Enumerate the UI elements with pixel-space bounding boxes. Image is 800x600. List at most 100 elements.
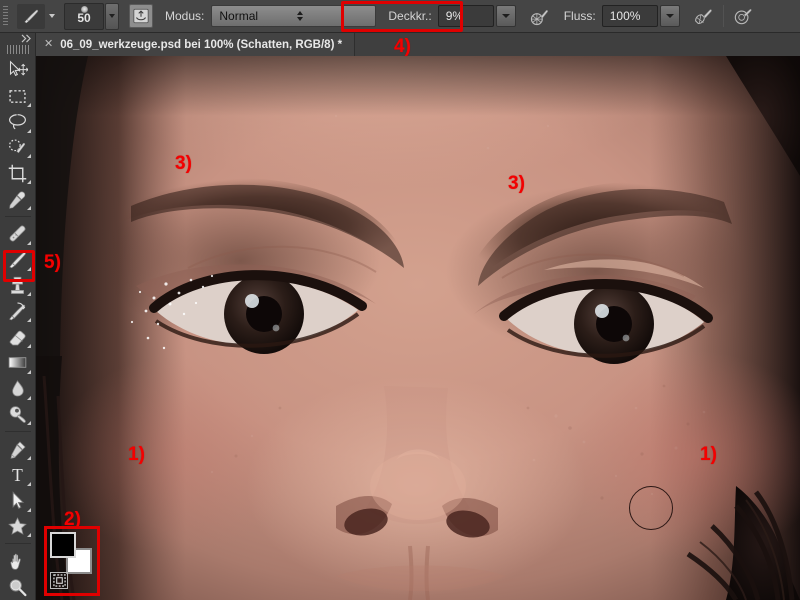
- tool-group-corner-icon: [26, 507, 31, 512]
- tablet-pressure-smoothing-icon: [734, 8, 752, 24]
- tool-group-corner-icon: [26, 343, 31, 348]
- tool-group-corner-icon: [26, 533, 31, 538]
- brush-icon: [24, 9, 39, 24]
- tool-gradient[interactable]: [3, 350, 33, 376]
- annotation-mark-1-left: 1): [128, 444, 145, 465]
- tool-eyedropper[interactable]: [3, 186, 33, 212]
- tool-move[interactable]: [3, 57, 33, 83]
- mode-label: Modus:: [165, 9, 205, 23]
- eraser-tool-icon: [9, 330, 26, 345]
- tool-custom-shape[interactable]: [3, 514, 33, 540]
- tool-rectangular-marquee[interactable]: [3, 83, 33, 109]
- brush-tool-icon: [9, 252, 26, 269]
- foreground-color-swatch[interactable]: [50, 532, 76, 558]
- tool-lasso[interactable]: [3, 109, 33, 135]
- dodge-tool-icon: [9, 406, 26, 423]
- blend-mode-select[interactable]: Normal: [211, 5, 377, 27]
- tool-spot-healing-brush[interactable]: [3, 221, 33, 247]
- zoom-tool-icon: [9, 578, 27, 596]
- tool-group-corner-icon: [26, 421, 31, 426]
- tool-group-corner-icon: [26, 206, 31, 211]
- reset-colors-icon: [52, 574, 66, 587]
- brush-preset-picker[interactable]: [17, 3, 45, 29]
- tools-panel-expand-button[interactable]: [0, 33, 36, 45]
- blend-mode-value: Normal: [219, 9, 259, 23]
- blur-tool-icon: [12, 380, 24, 397]
- flow-label: Fluss:: [563, 9, 596, 23]
- tool-path-selection[interactable]: [3, 488, 33, 514]
- brush-settings-panel-icon: [133, 8, 149, 24]
- brush-size-field[interactable]: 50: [64, 2, 104, 30]
- double-chevron-right-icon: [21, 34, 31, 43]
- path-selection-tool-icon: [12, 491, 25, 510]
- eyedropper-tool-icon: [9, 191, 26, 209]
- annotation-mark-2: 2): [64, 509, 81, 530]
- tool-quick-selection[interactable]: [3, 135, 33, 161]
- flow-input[interactable]: 100%: [601, 5, 658, 27]
- airbrush-toggle[interactable]: [692, 4, 716, 28]
- tool-options-bar: 50 Modus: Normal Deckkr.: 9% Fluss: 100%: [0, 0, 800, 33]
- tool-type[interactable]: T: [3, 462, 33, 488]
- brush-panel-toggle[interactable]: [129, 4, 153, 28]
- opacity-pressure-toggle[interactable]: [528, 4, 552, 28]
- tool-clone-stamp[interactable]: [3, 273, 33, 299]
- close-icon[interactable]: ✕: [44, 39, 53, 50]
- tools-panel: T: [0, 33, 36, 600]
- move-tool-icon: [9, 60, 28, 76]
- annotation-mark-3-left: 3): [175, 153, 192, 174]
- document-tab-title: 06_09_werkzeuge.psd bei 100% (Schatten, …: [60, 38, 343, 51]
- opacity-input[interactable]: 9%: [437, 5, 494, 27]
- photoshop-window: 50 Modus: Normal Deckkr.: 9% Fluss: 100%…: [0, 0, 800, 600]
- portrait-photograph: [36, 56, 800, 600]
- tool-crop[interactable]: [3, 160, 33, 186]
- tool-group-corner-icon: [26, 102, 31, 107]
- tool-group-corner-icon: [26, 240, 31, 245]
- annotation-mark-5: 5): [44, 252, 61, 273]
- brush-size-dropdown-button[interactable]: [105, 2, 119, 30]
- tool-zoom[interactable]: [3, 574, 33, 600]
- tool-group-corner-icon: [26, 318, 31, 323]
- brush-preset-chevron-down-icon[interactable]: [45, 4, 58, 29]
- document-canvas[interactable]: [36, 56, 800, 600]
- brush-size-value: 50: [77, 10, 91, 25]
- tools-divider: [4, 216, 31, 218]
- tool-group-corner-icon: [26, 154, 31, 159]
- tool-group-corner-icon: [26, 266, 31, 271]
- tools-panel-grip[interactable]: [6, 44, 29, 55]
- tool-blur[interactable]: [3, 376, 33, 402]
- flow-value: 100%: [609, 9, 641, 23]
- opacity-value: 9%: [445, 9, 464, 23]
- custom-shape-tool-icon: [8, 517, 27, 535]
- annotation-mark-4: 4): [394, 36, 411, 57]
- tools-divider: [4, 543, 31, 545]
- tool-pen[interactable]: [3, 436, 33, 462]
- tools-divider: [4, 431, 31, 433]
- history-brush-tool-icon: [9, 302, 26, 321]
- tool-group-corner-icon: [26, 369, 31, 374]
- options-bar-grip[interactable]: [0, 0, 11, 33]
- annotation-mark-1-right: 1): [700, 444, 717, 465]
- lasso-tool-icon: [9, 114, 26, 130]
- tool-eraser[interactable]: [3, 324, 33, 350]
- tool-group-corner-icon: [26, 395, 31, 400]
- default-foreground-background-icon[interactable]: [50, 572, 68, 589]
- tool-brush[interactable]: [3, 247, 33, 273]
- tool-history-brush[interactable]: [3, 298, 33, 324]
- tool-group-corner-icon: [26, 292, 31, 297]
- opacity-dropdown-button[interactable]: [495, 5, 516, 27]
- smoothing-toggle[interactable]: [731, 4, 755, 28]
- document-tab[interactable]: ✕ 06_09_werkzeuge.psd bei 100% (Schatten…: [36, 33, 356, 56]
- type-tool-icon: T: [12, 466, 23, 486]
- brush-cursor-circle: [629, 486, 673, 530]
- select-stepper-icon: [296, 11, 372, 21]
- svg-text:T: T: [12, 466, 23, 486]
- document-tab-bar: ✕ 06_09_werkzeuge.psd bei 100% (Schatten…: [36, 33, 800, 56]
- options-divider: [722, 5, 724, 27]
- gradient-tool-icon: [8, 357, 27, 369]
- rectangular-marquee-tool-icon: [9, 89, 26, 103]
- annotation-mark-3-right: 3): [508, 173, 525, 194]
- tool-hand[interactable]: [3, 548, 33, 574]
- flow-dropdown-button[interactable]: [659, 5, 680, 27]
- tool-dodge[interactable]: [3, 402, 33, 428]
- airbrush-icon: [695, 8, 713, 24]
